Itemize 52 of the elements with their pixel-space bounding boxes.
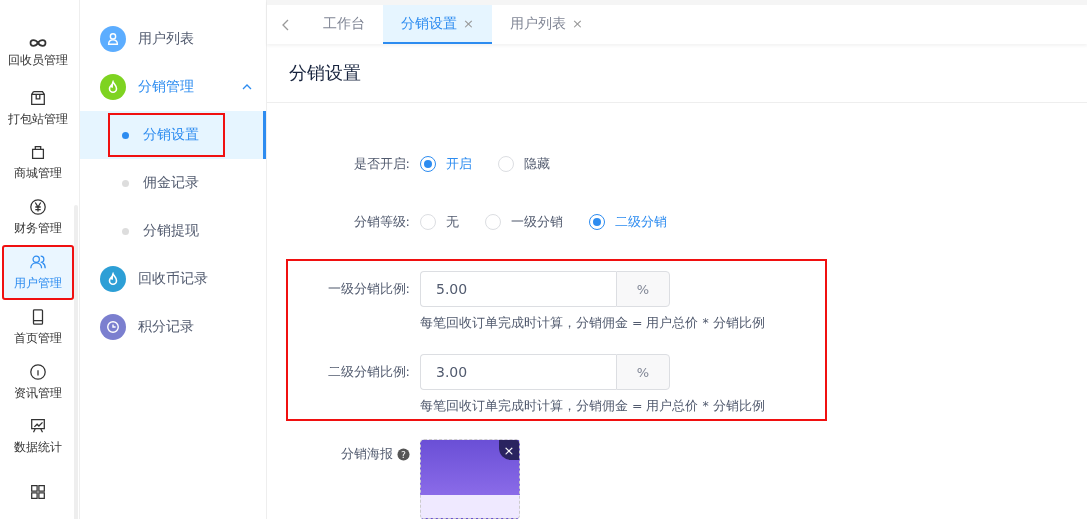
sidebar-label: 用户列表	[138, 30, 194, 48]
radio-option[interactable]: 无	[420, 213, 459, 231]
hint-text: 每笔回收订单完成时计算，分销佣金 = 用户总价 * 分销比例	[420, 315, 766, 332]
rail-item[interactable]: 资讯管理	[2, 354, 74, 410]
hint-text: 每笔回收订单完成时计算，分销佣金 = 用户总价 * 分销比例	[420, 398, 766, 415]
package-icon	[29, 88, 47, 107]
tab-label: 分销设置	[401, 14, 457, 33]
field-label: 分销海报	[341, 445, 393, 463]
sidebar-item[interactable]: 用户列表	[80, 15, 266, 63]
rail-item[interactable]: 商城管理	[2, 135, 74, 191]
sidebar-label: 回收币记录	[138, 270, 208, 288]
sidebar-item[interactable]: 回收币记录	[80, 255, 266, 303]
rail-item[interactable]: 回收员管理	[2, 26, 74, 81]
radio-option[interactable]: 开启	[420, 155, 472, 173]
help-icon[interactable]: ?	[397, 447, 410, 461]
yen-icon	[29, 198, 47, 217]
field-label: 分销等级:	[352, 213, 411, 231]
tab-label: 工作台	[323, 14, 365, 33]
tab[interactable]: 工作台	[305, 5, 383, 45]
info-icon	[29, 362, 47, 381]
chevron-icon	[242, 83, 252, 91]
field-label: 是否开启:	[352, 155, 411, 173]
sidebar-label: 分销管理	[138, 78, 194, 96]
field-label: 一级分销比例:	[326, 280, 411, 298]
tab-label: 用户列表	[509, 14, 566, 33]
sidebar-item[interactable]: 分销管理	[80, 63, 266, 111]
rail-item[interactable]: 首页管理	[2, 299, 74, 355]
sidebar-label: 积分记录	[138, 318, 194, 336]
submenu-item[interactable]: 分销提现	[108, 209, 225, 253]
rail-item[interactable]: 数据统计	[2, 409, 74, 465]
rail-item[interactable]: 打包站管理	[2, 80, 74, 136]
page-title: 分销设置	[289, 61, 361, 86]
input-suffix: %	[616, 271, 670, 307]
bullet-dot	[122, 131, 129, 139]
submenu-item[interactable]: 佣金记录	[108, 161, 225, 205]
bullet-dot	[122, 179, 129, 187]
shopping-bag-icon	[29, 143, 47, 162]
users-icon	[29, 253, 47, 271]
sidebar-item[interactable]: 积分记录	[80, 303, 266, 351]
radio-option[interactable]: 隐藏	[498, 155, 550, 173]
field-label: 二级分销比例:	[326, 363, 411, 381]
input-suffix: %	[616, 354, 670, 390]
radio-option[interactable]: 一级分销	[485, 213, 563, 231]
bullet-dot	[122, 227, 129, 235]
radio-option[interactable]: 二级分销	[589, 213, 667, 231]
close-icon[interactable]: ×	[499, 440, 519, 460]
tab[interactable]: 用户列表 ×	[491, 5, 601, 45]
rail-item[interactable]: 财务管理	[2, 190, 74, 246]
input-field[interactable]: 5.00	[420, 271, 616, 307]
grid-icon	[29, 482, 47, 501]
infinity-icon	[29, 37, 47, 48]
input-field[interactable]: 3.00	[420, 354, 616, 390]
